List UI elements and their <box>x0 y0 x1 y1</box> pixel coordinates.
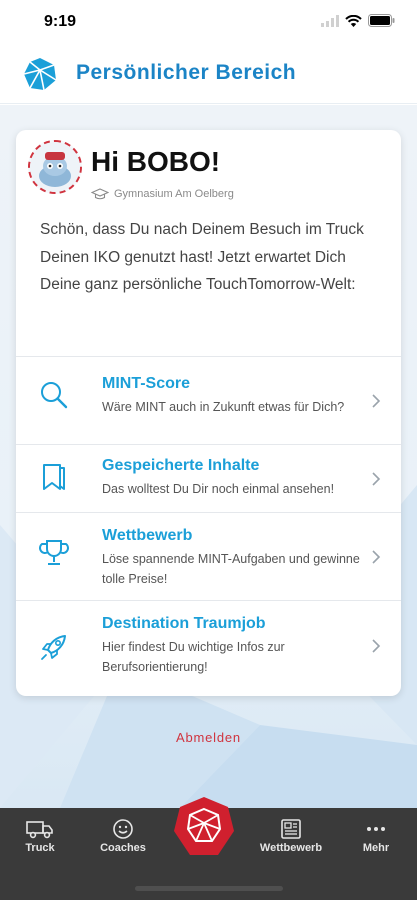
trophy-icon <box>39 540 69 565</box>
rocket-icon <box>41 635 66 660</box>
menu-item-saved-content[interactable]: Gespeicherte Inhalte Das wolltest Du Dir… <box>16 444 401 512</box>
school-name: Gymnasium Am Oelberg <box>114 188 234 200</box>
menu-item-dream-job[interactable]: Destination Traumjob Hier findest Du wic… <box>16 600 401 696</box>
more-dots-icon <box>367 827 385 831</box>
bookmark-icon <box>43 464 65 490</box>
school-info: Gymnasium Am Oelberg <box>91 188 234 200</box>
menu-item-title: Destination Traumjob <box>102 615 266 632</box>
avatar[interactable] <box>28 140 82 194</box>
center-home-button[interactable] <box>172 795 236 859</box>
chevron-right-icon <box>372 550 381 564</box>
status-bar: 9:19 <box>0 0 417 46</box>
status-time: 9:19 <box>44 13 77 30</box>
chevron-right-icon <box>372 639 381 653</box>
tab-label: Coaches <box>100 842 146 854</box>
welcome-text: Schön, dass Du nach Deinem Besuch im Tru… <box>40 221 364 293</box>
tab-label: Mehr <box>362 842 390 854</box>
menu-item-title: Wettbewerb <box>102 527 193 544</box>
chevron-right-icon <box>372 472 381 486</box>
menu-item-desc: Das wolltest Du Dir noch einmal ansehen! <box>102 482 335 496</box>
menu-item-desc: Wäre MINT auch in Zukunft etwas für Dich… <box>102 400 345 414</box>
tab-coaches[interactable]: Coaches <box>83 818 163 854</box>
truck-icon <box>26 821 53 839</box>
menu-item-desc: Hier findest Du wichtige Infos zur Beruf… <box>102 640 285 674</box>
tab-truck[interactable]: Truck <box>0 818 80 854</box>
smiley-icon <box>113 819 133 839</box>
tab-more[interactable]: Mehr <box>336 818 416 854</box>
home-indicator[interactable] <box>135 886 283 891</box>
logo-gem-icon <box>23 58 57 91</box>
profile-card: Hi BOBO! Gymnasium Am Oelberg Schön, das… <box>16 130 401 696</box>
page-title: Persönlicher Bereich <box>76 61 297 84</box>
tab-competition[interactable]: Wettbewerb <box>251 818 331 854</box>
newspaper-icon <box>281 819 301 839</box>
menu-item-title: Gespeicherte Inhalte <box>102 457 260 474</box>
menu-list: MINT-Score Wäre MINT auch in Zukunft etw… <box>16 356 401 696</box>
app-header: Persönlicher Bereich <box>0 46 417 104</box>
tab-label: Truck <box>25 842 55 854</box>
menu-item-title: MINT-Score <box>102 375 191 392</box>
menu-item-competition[interactable]: Wettbewerb Löse spannende MINT-Aufgaben … <box>16 512 401 600</box>
graduation-cap-icon <box>91 188 109 200</box>
chevron-right-icon <box>372 394 381 408</box>
avatar-robot-icon <box>30 142 80 192</box>
greeting-heading: Hi BOBO! <box>91 146 221 177</box>
logout-link[interactable]: Abmelden <box>0 730 417 745</box>
search-icon <box>41 382 68 409</box>
wifi-icon <box>345 14 362 27</box>
menu-item-desc: Löse spannende MINT-Aufgaben und gewinne… <box>102 552 360 586</box>
menu-item-mint-score[interactable]: MINT-Score Wäre MINT auch in Zukunft etw… <box>16 356 401 444</box>
tab-label: Wettbewerb <box>259 842 323 854</box>
status-icons <box>321 14 395 27</box>
signal-icon <box>321 14 339 27</box>
battery-icon <box>368 14 395 27</box>
